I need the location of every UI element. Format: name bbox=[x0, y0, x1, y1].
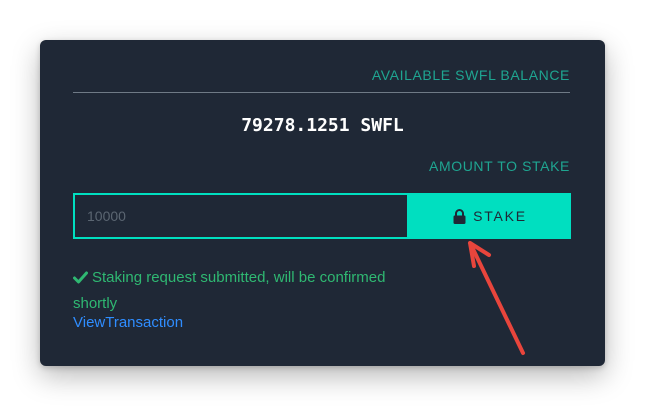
stake-card: AVAILABLE SWFL BALANCE 79278.1251 SWFL A… bbox=[40, 40, 605, 366]
amount-to-stake-label: AMOUNT TO STAKE bbox=[429, 158, 570, 174]
available-balance-label: AVAILABLE SWFL BALANCE bbox=[371, 67, 570, 83]
amount-input[interactable] bbox=[73, 193, 409, 239]
status-message: Staking request submitted, will be confi… bbox=[73, 266, 433, 316]
stake-button[interactable]: STAKE bbox=[409, 193, 571, 239]
stake-form: STAKE bbox=[73, 193, 571, 239]
divider bbox=[73, 92, 570, 93]
check-icon bbox=[73, 268, 88, 292]
lock-icon bbox=[453, 208, 466, 224]
status-text: Staking request submitted, will be confi… bbox=[73, 269, 386, 312]
view-transaction-link[interactable]: ViewTransaction bbox=[73, 314, 183, 331]
stake-button-label: STAKE bbox=[473, 208, 527, 224]
available-balance-value: 79278.1251 SWFL bbox=[241, 115, 404, 136]
